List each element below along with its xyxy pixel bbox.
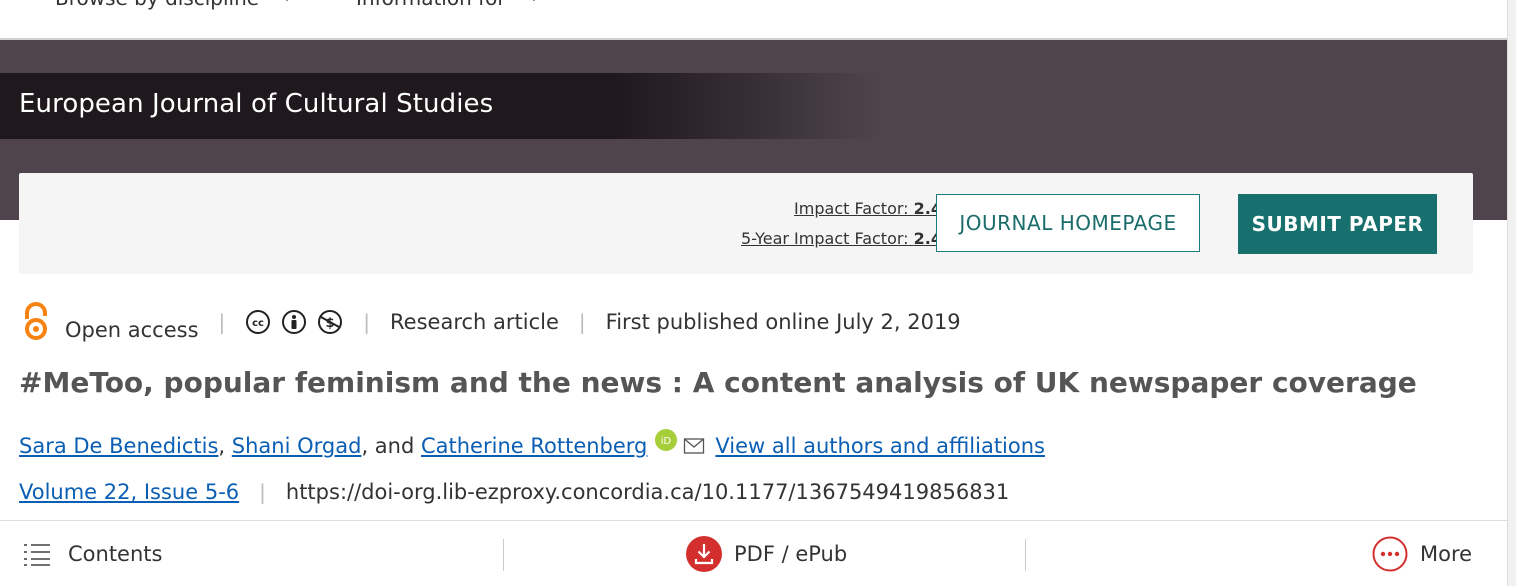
view-all-authors-link[interactable]: View all authors and affiliations [715,434,1045,458]
impact-factor-label: Impact Factor: [794,199,909,218]
author-link[interactable]: Sara De Benedictis [19,434,218,458]
volume-issue-link[interactable]: Volume 22, Issue 5-6 [19,480,239,504]
divider: | [363,310,371,334]
toolbar-divider [503,539,504,571]
impact-factor-link[interactable]: Impact Factor: 2.4 [794,199,942,218]
divider: | [578,310,586,334]
more-label: More [1420,542,1473,566]
author-list: Sara De Benedictis , Shani Orgad , and C… [19,429,1045,458]
orcid-icon[interactable]: iD [655,429,678,451]
open-access-icon [25,302,47,340]
five-year-impact-factor-link[interactable]: 5-Year Impact Factor: 2.4 [741,229,942,248]
author-separator: , and [361,434,421,458]
publication-date: First published online July 2, 2019 [605,310,961,334]
svg-text:iD: iD [661,436,672,447]
browse-discipline-label: Browse by discipline [55,0,259,10]
pdf-epub-label: PDF / ePub [734,542,848,566]
divider: | [259,480,266,504]
scrollbar[interactable] [1507,0,1516,586]
download-icon [686,536,722,572]
noncommercial-icon: $ [318,310,343,334]
journal-homepage-button[interactable]: JOURNAL HOMEPAGE [936,194,1200,252]
information-for-label: Information for [356,0,506,10]
email-icon[interactable] [683,437,705,455]
toolbar-divider [1025,539,1026,571]
chevron-down-icon [286,0,289,2]
article-title: #MeToo, popular feminism and the news : … [19,366,1417,399]
more-icon [1372,536,1408,572]
volume-row: Volume 22, Issue 5-6 | https://doi-org.l… [19,480,1009,504]
svg-text:cc: cc [252,318,264,329]
contents-button[interactable]: Contents [22,521,162,587]
submit-paper-button[interactable]: SUBMIT PAPER [1238,194,1437,254]
author-link[interactable]: Shani Orgad [232,434,362,458]
article-meta-row: Open access | cc $ | Research article | … [19,302,961,342]
top-navigation: Browse by discipline Information for [0,0,1508,40]
author-separator: , [218,434,232,458]
attribution-icon [282,310,307,334]
information-for-menu[interactable]: Information for [356,0,544,10]
five-year-impact-label: 5-Year Impact Factor: [741,229,909,248]
chevron-down-icon [532,0,535,2]
more-button[interactable]: More [1372,521,1472,587]
article-toolbar: Contents PDF / ePub More [0,520,1508,587]
pdf-epub-button[interactable]: PDF / ePub [686,521,847,587]
list-icon [24,544,50,566]
divider: | [218,310,226,334]
cc-icon: cc [246,310,271,334]
article-type: Research article [390,310,559,334]
open-access-label: Open access [65,318,199,342]
license-icons[interactable]: cc $ [245,309,343,335]
doi-text[interactable]: https://doi-org.lib-ezproxy.concordia.ca… [286,480,1009,504]
browse-discipline-menu[interactable]: Browse by discipline [55,0,297,10]
author-link[interactable]: Catherine Rottenberg [421,434,647,458]
journal-title[interactable]: European Journal of Cultural Studies [19,89,493,119]
contents-label: Contents [68,542,163,566]
